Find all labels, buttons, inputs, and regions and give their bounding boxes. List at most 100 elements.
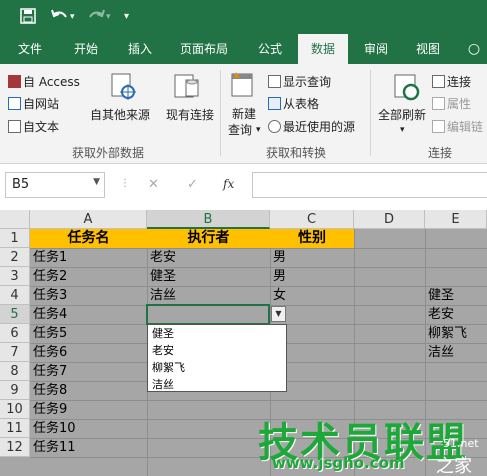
column-header-b[interactable]: B: [147, 210, 270, 229]
tab-home[interactable]: 开始: [66, 34, 106, 64]
access-icon: [8, 75, 21, 88]
refresh-all-dropdown-icon[interactable]: ▾: [400, 122, 405, 138]
from-web-button[interactable]: 自网站: [8, 96, 59, 112]
row-header[interactable]: 8: [0, 362, 30, 381]
tab-page-layout[interactable]: 页面布局: [172, 34, 236, 64]
cell-a-task[interactable]: 任务3: [30, 286, 67, 305]
insert-function-button[interactable]: fx: [223, 177, 234, 191]
cell-b2[interactable]: 老安: [147, 248, 176, 267]
cell-a-task[interactable]: 任务4: [30, 305, 67, 324]
cell-a1[interactable]: 任务名: [30, 229, 147, 248]
row-header[interactable]: 3: [0, 267, 30, 286]
cell-b1[interactable]: 执行者: [147, 229, 270, 248]
row-header[interactable]: 11: [0, 419, 30, 438]
cell-a-task[interactable]: 任务1: [30, 248, 67, 267]
cell-e6[interactable]: 柳絮飞: [425, 324, 467, 343]
ribbon-separator: [370, 70, 371, 156]
dropdown-option[interactable]: 老安: [148, 342, 286, 359]
name-box[interactable]: B5 ▼: [5, 172, 105, 198]
refresh-all-button[interactable]: 全部刷新: [378, 107, 426, 123]
tab-review[interactable]: 审阅: [356, 34, 396, 64]
table-icon: [268, 97, 281, 110]
validation-dropdown-button[interactable]: ▼: [271, 306, 286, 322]
connections-button[interactable]: 连接: [432, 74, 471, 90]
cell-b4[interactable]: 洁丝: [147, 286, 176, 305]
title-bar: ▾ ▾ ▾: [0, 0, 487, 34]
ribbon-separator: [220, 70, 221, 156]
cell-a-task[interactable]: 任务11: [30, 438, 76, 457]
tell-me-icon[interactable]: ○: [464, 34, 484, 64]
row-header[interactable]: 7: [0, 343, 30, 362]
connections-icon: [432, 75, 445, 88]
column-header-e[interactable]: E: [425, 210, 487, 229]
column-header-a[interactable]: A: [30, 210, 147, 229]
from-table-button[interactable]: 从表格: [268, 96, 319, 112]
cell-a-task[interactable]: 任务8: [30, 381, 67, 400]
cell-a-task[interactable]: 任务7: [30, 362, 67, 381]
from-access-button[interactable]: 自 Access: [8, 74, 80, 90]
enter-formula-button[interactable]: ✓: [187, 177, 198, 192]
undo-dropdown-icon[interactable]: ▾: [70, 8, 75, 26]
watermark-url: www.jsgho.com: [272, 454, 405, 472]
cell-a-task[interactable]: 任务10: [30, 419, 76, 438]
cell-e7[interactable]: 洁丝: [425, 343, 454, 362]
refresh-all-icon: [392, 72, 422, 105]
text-file-icon: [8, 120, 21, 133]
column-header-c[interactable]: C: [270, 210, 354, 229]
cell-b3[interactable]: 健圣: [147, 267, 176, 286]
dropdown-option[interactable]: 健圣: [148, 325, 286, 342]
row-header[interactable]: 2: [0, 248, 30, 267]
redo-dropdown-icon[interactable]: ▾: [106, 8, 111, 26]
row-header[interactable]: 12: [0, 438, 30, 457]
show-queries-button[interactable]: 显示查询: [268, 74, 331, 90]
tab-insert[interactable]: 插入: [120, 34, 160, 64]
row-header[interactable]: 10: [0, 400, 30, 419]
recent-sources-button[interactable]: 最近使用的源: [268, 119, 355, 135]
column-header-d[interactable]: D: [354, 210, 425, 229]
select-all-corner[interactable]: [0, 210, 30, 229]
undo-icon[interactable]: [50, 8, 70, 28]
edit-links-button[interactable]: 编辑链: [432, 119, 483, 135]
formula-input[interactable]: [252, 172, 487, 198]
cell-c4[interactable]: 女: [270, 286, 286, 305]
row-header[interactable]: 4: [0, 286, 30, 305]
edit-links-icon: [432, 120, 445, 133]
active-cell-b5[interactable]: [146, 304, 270, 325]
cell-a-task[interactable]: 任务5: [30, 324, 67, 343]
row-header[interactable]: 5: [0, 305, 30, 324]
existing-connections-icon: [172, 72, 202, 105]
properties-icon: [432, 97, 445, 110]
customize-qat-icon[interactable]: ▾: [124, 8, 129, 26]
gridline-horizontal: [30, 267, 487, 268]
cell-a-task[interactable]: 任务6: [30, 343, 67, 362]
cell-c2[interactable]: 男: [270, 248, 286, 267]
dropdown-option[interactable]: 洁丝: [148, 376, 286, 393]
group-label-external-data: 获取外部数据: [72, 146, 145, 160]
save-icon[interactable]: [20, 8, 36, 28]
cell-e4[interactable]: 健圣: [425, 286, 454, 305]
cell-c3[interactable]: 男: [270, 267, 286, 286]
redo-icon[interactable]: [86, 8, 106, 28]
row-header[interactable]: 9: [0, 381, 30, 400]
tab-file[interactable]: 文件: [12, 34, 48, 64]
cell-a-task[interactable]: 任务9: [30, 400, 67, 419]
show-queries-icon: [268, 75, 281, 88]
from-text-button[interactable]: 自文本: [8, 119, 59, 135]
validation-dropdown-list[interactable]: 健圣 老安 柳絮飞 洁丝: [147, 324, 287, 392]
row-header[interactable]: 1: [0, 229, 30, 248]
tab-view[interactable]: 视图: [408, 34, 448, 64]
cell-c1[interactable]: 性别: [270, 229, 354, 248]
tab-data[interactable]: 数据: [298, 34, 348, 64]
new-query-dropdown-icon[interactable]: ▾: [256, 122, 261, 138]
row-header[interactable]: 6: [0, 324, 30, 343]
cell-e5[interactable]: 老安: [425, 305, 454, 324]
tab-formulas[interactable]: 公式: [250, 34, 290, 64]
cell-a-task[interactable]: 任务2: [30, 267, 67, 286]
new-query-button[interactable]: 新建: [232, 106, 256, 122]
dropdown-option[interactable]: 柳絮飞: [148, 359, 286, 376]
cancel-formula-button[interactable]: ✕: [148, 177, 159, 192]
other-sources-button[interactable]: 自其他来源: [90, 107, 150, 123]
properties-button[interactable]: 属性: [432, 96, 471, 112]
name-box-dropdown-icon[interactable]: ▼: [93, 177, 100, 187]
existing-connections-button[interactable]: 现有连接: [166, 107, 214, 123]
